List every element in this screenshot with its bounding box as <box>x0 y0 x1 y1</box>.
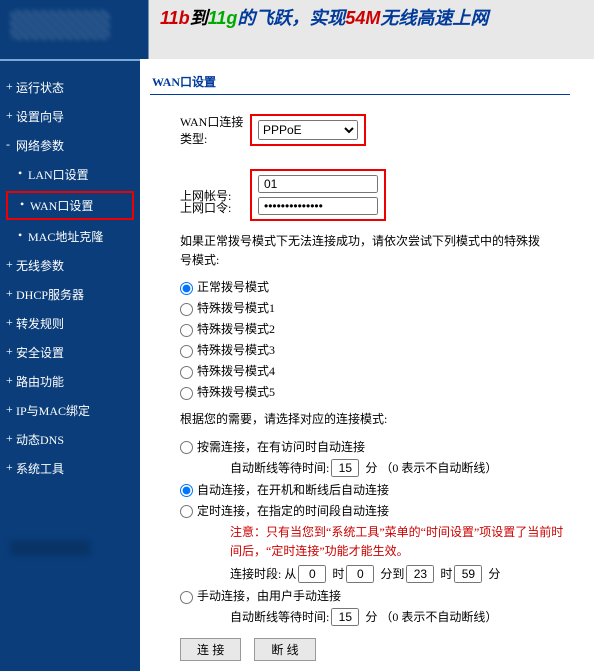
password-input[interactable] <box>258 197 378 215</box>
conn-mode-note: 根据您的需要，请选择对应的连接模式: <box>180 410 540 429</box>
banner-to: 到 <box>190 8 208 28</box>
banner-11b: 11b <box>160 8 190 28</box>
nav-ddns[interactable]: 动态DNS <box>6 425 134 454</box>
manual-wait-input[interactable] <box>331 608 359 626</box>
dial-normal-radio[interactable] <box>180 282 193 295</box>
nav-lan[interactable]: LAN口设置 <box>6 160 134 189</box>
conn-type-label: WAN口连接类型: <box>150 113 250 147</box>
dial-sp2[interactable]: 特殊拨号模式2 <box>180 320 594 337</box>
banner-headline: 11b到11g的飞跃，实现54M无线高速上网 <box>160 4 488 30</box>
nav-wizard[interactable]: 设置向导 <box>6 102 134 131</box>
panel-title: WAN口设置 <box>150 69 570 95</box>
conn-manual-radio[interactable] <box>180 591 193 604</box>
nav-dhcp[interactable]: DHCP服务器 <box>6 280 134 309</box>
timed-from-min[interactable] <box>346 565 374 583</box>
password-label: 上网口令: <box>150 199 250 216</box>
footer-blur <box>10 540 90 556</box>
nav-wireless[interactable]: 无线参数 <box>6 251 134 280</box>
banner-54m: 54M <box>345 8 380 28</box>
action-buttons: 连 接 断 线 <box>180 638 594 661</box>
disconnect-button[interactable]: 断 线 <box>254 638 315 661</box>
nav-network[interactable]: 网络参数 <box>6 131 134 160</box>
banner-rest: 无线高速上网 <box>380 8 488 28</box>
timed-to-min[interactable] <box>454 565 482 583</box>
nav-routing[interactable]: 路由功能 <box>6 367 134 396</box>
nav-security[interactable]: 安全设置 <box>6 338 134 367</box>
dial-mode-note: 如果正常拨号模式下无法连接成功，请依次尝试下列模式中的特殊拨号模式: <box>180 232 540 270</box>
brand-logo <box>0 0 148 59</box>
conn-type-select[interactable]: PPPoE <box>258 120 358 140</box>
conn-type-highlight: PPPoE <box>250 114 366 146</box>
dial-sp2-radio[interactable] <box>180 324 193 337</box>
dial-sp5[interactable]: 特殊拨号模式5 <box>180 383 594 400</box>
dial-sp3[interactable]: 特殊拨号模式3 <box>180 341 594 358</box>
conn-manual[interactable]: 手动连接，由用户手动连接 <box>180 587 594 604</box>
credentials-highlight <box>250 169 386 221</box>
timed-to-hour[interactable] <box>406 565 434 583</box>
demand-wait-row: 自动断线等待时间: 分 （0 表示不自动断线） <box>230 459 594 477</box>
banner-subtitle <box>160 34 163 46</box>
dial-sp4[interactable]: 特殊拨号模式4 <box>180 362 594 379</box>
nav-system[interactable]: 系统工具 <box>6 454 134 483</box>
main-panel: WAN口设置 WAN口连接类型: PPPoE 上网帐号: 上网口令: 如果正常拨… <box>140 59 594 671</box>
conn-demand-radio[interactable] <box>180 441 193 454</box>
conn-timed-radio[interactable] <box>180 505 193 518</box>
nav-ipmac[interactable]: IP与MAC绑定 <box>6 396 134 425</box>
nav-mac-clone[interactable]: MAC地址克隆 <box>6 222 134 251</box>
conn-timed[interactable]: 定时连接，在指定的时间段自动连接 <box>180 502 594 519</box>
conn-auto-radio[interactable] <box>180 484 193 497</box>
dial-sp3-radio[interactable] <box>180 345 193 358</box>
top-banner: 11b到11g的飞跃，实现54M无线高速上网 <box>0 0 594 59</box>
dial-normal[interactable]: 正常拨号模式 <box>180 278 594 295</box>
banner-11g: 11g <box>208 8 238 28</box>
dial-sp1-radio[interactable] <box>180 303 193 316</box>
conn-mode-group: 按需连接，在有访问时自动连接 自动断线等待时间: 分 （0 表示不自动断线） 自… <box>180 438 594 626</box>
manual-wait-row: 自动断线等待时间: 分 （0 表示不自动断线） <box>230 608 594 626</box>
demand-wait-input[interactable] <box>331 459 359 477</box>
conn-auto[interactable]: 自动连接，在开机和断线后自动连接 <box>180 481 594 498</box>
banner-fy: 的飞跃，实现 <box>237 8 345 28</box>
dial-sp5-radio[interactable] <box>180 387 193 400</box>
nav-forward[interactable]: 转发规则 <box>6 309 134 338</box>
timed-from-hour[interactable] <box>298 565 326 583</box>
username-input[interactable] <box>258 175 378 193</box>
dial-sp1[interactable]: 特殊拨号模式1 <box>180 299 594 316</box>
dial-mode-group: 正常拨号模式 特殊拨号模式1 特殊拨号模式2 特殊拨号模式3 特殊拨号模式4 特… <box>180 278 594 400</box>
timed-range-row: 连接时段: 从 时 分到 时 分 <box>230 565 594 583</box>
dial-sp4-radio[interactable] <box>180 366 193 379</box>
nav-wan[interactable]: WAN口设置 <box>6 191 134 220</box>
connect-button[interactable]: 连 接 <box>180 638 241 661</box>
conn-demand[interactable]: 按需连接，在有访问时自动连接 <box>180 438 594 455</box>
sidebar-nav: 运行状态 设置向导 网络参数 LAN口设置 WAN口设置 MAC地址克隆 无线参… <box>0 59 140 671</box>
timed-caution: 注意：只有当您到“系统工具”菜单的“时间设置”项设置了当前时间后，“定时连接”功… <box>230 523 570 561</box>
nav-status[interactable]: 运行状态 <box>6 73 134 102</box>
